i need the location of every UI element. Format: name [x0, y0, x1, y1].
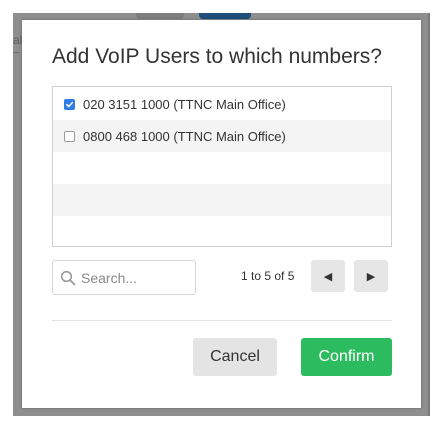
dialog-title: Add VoIP Users to which numbers?: [52, 45, 382, 68]
search-icon: [60, 270, 76, 285]
empty-row: [53, 184, 391, 216]
checkbox-checked[interactable]: [64, 98, 75, 110]
list-item[interactable]: 020 3151 1000 (TTNC Main Office): [53, 88, 391, 120]
number-label: 0800 468 1000 (TTNC Main Office): [83, 128, 286, 144]
footer-divider: [52, 320, 392, 321]
search-input[interactable]: [81, 269, 191, 286]
background-tab-active: [199, 13, 251, 19]
background-text-fragment: al: [13, 33, 22, 47]
empty-row: [53, 152, 391, 184]
list-item[interactable]: 0800 468 1000 (TTNC Main Office): [53, 120, 391, 152]
cancel-button[interactable]: Cancel: [193, 338, 277, 376]
next-page-button[interactable]: ▶: [354, 260, 388, 292]
number-label: 020 3151 1000 (TTNC Main Office): [83, 96, 286, 112]
pagination-summary: 1 to 5 of 5: [241, 269, 295, 283]
search-box[interactable]: [52, 260, 196, 295]
arrow-left-icon: ◀: [323, 270, 333, 283]
checkbox-unchecked[interactable]: [64, 130, 75, 142]
background-tab: [136, 13, 184, 19]
check-icon: [66, 101, 74, 107]
arrow-right-icon: ▶: [366, 270, 376, 283]
add-voip-users-dialog: Add VoIP Users to which numbers? 020 315…: [22, 20, 421, 408]
background-divider: [13, 52, 19, 53]
previous-page-button[interactable]: ◀: [311, 260, 345, 292]
confirm-button[interactable]: Confirm: [301, 338, 392, 376]
backdrop-edge: [428, 13, 430, 416]
numbers-list: 020 3151 1000 (TTNC Main Office) 0800 46…: [52, 86, 392, 247]
